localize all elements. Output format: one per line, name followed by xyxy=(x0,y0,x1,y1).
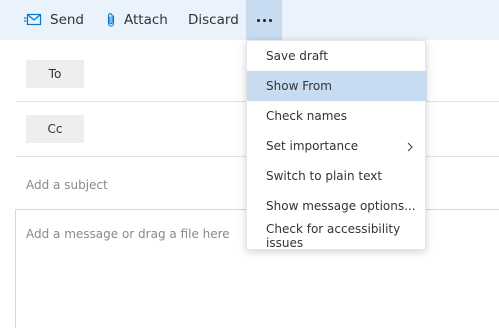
message-body-placeholder: Add a message or drag a file here xyxy=(26,227,230,241)
more-options-button[interactable] xyxy=(246,0,282,40)
menu-item-switch-plain-text[interactable]: Switch to plain text xyxy=(247,161,427,191)
cc-button[interactable]: Cc xyxy=(26,115,84,143)
menu-item-show-message-options[interactable]: Show message options... xyxy=(247,191,427,221)
menu-item-label: Save draft xyxy=(266,49,328,63)
attach-label: Attach xyxy=(124,12,168,28)
menu-item-check-names[interactable]: Check names xyxy=(247,101,427,131)
chevron-right-icon xyxy=(405,141,415,152)
discard-button[interactable]: Discard xyxy=(188,0,239,40)
to-button[interactable]: To xyxy=(26,60,84,88)
compose-toolbar: Send Attach Discard xyxy=(0,0,499,40)
menu-item-label: Check for accessibility issues xyxy=(266,222,401,250)
menu-item-label: Show From xyxy=(266,79,332,93)
send-label: Send xyxy=(50,12,85,28)
subject-input[interactable]: Add a subject xyxy=(26,178,108,192)
attach-button[interactable]: Attach xyxy=(106,0,168,40)
discard-label: Discard xyxy=(188,12,239,28)
menu-item-label: Show message options... xyxy=(266,199,416,213)
menu-item-show-from[interactable]: Show From xyxy=(247,71,427,101)
to-label: To xyxy=(48,67,62,81)
menu-item-label: Switch to plain text xyxy=(266,169,383,183)
send-icon xyxy=(24,13,42,27)
menu-item-save-draft[interactable]: Save draft xyxy=(247,41,427,71)
menu-item-check-accessibility[interactable]: Check for accessibility issues xyxy=(247,221,427,251)
more-options-menu: Save draft Show From Check names Set imp… xyxy=(246,40,427,251)
send-button[interactable]: Send xyxy=(24,0,84,40)
compose-window: Send Attach Discard To Cc Add a subject … xyxy=(0,0,499,328)
cc-label: Cc xyxy=(47,122,63,136)
paperclip-icon xyxy=(106,12,116,28)
menu-item-set-importance[interactable]: Set importance xyxy=(247,131,427,161)
menu-item-label: Set importance xyxy=(266,139,359,153)
more-options-icon xyxy=(256,18,272,22)
menu-item-label: Check names xyxy=(266,109,348,123)
